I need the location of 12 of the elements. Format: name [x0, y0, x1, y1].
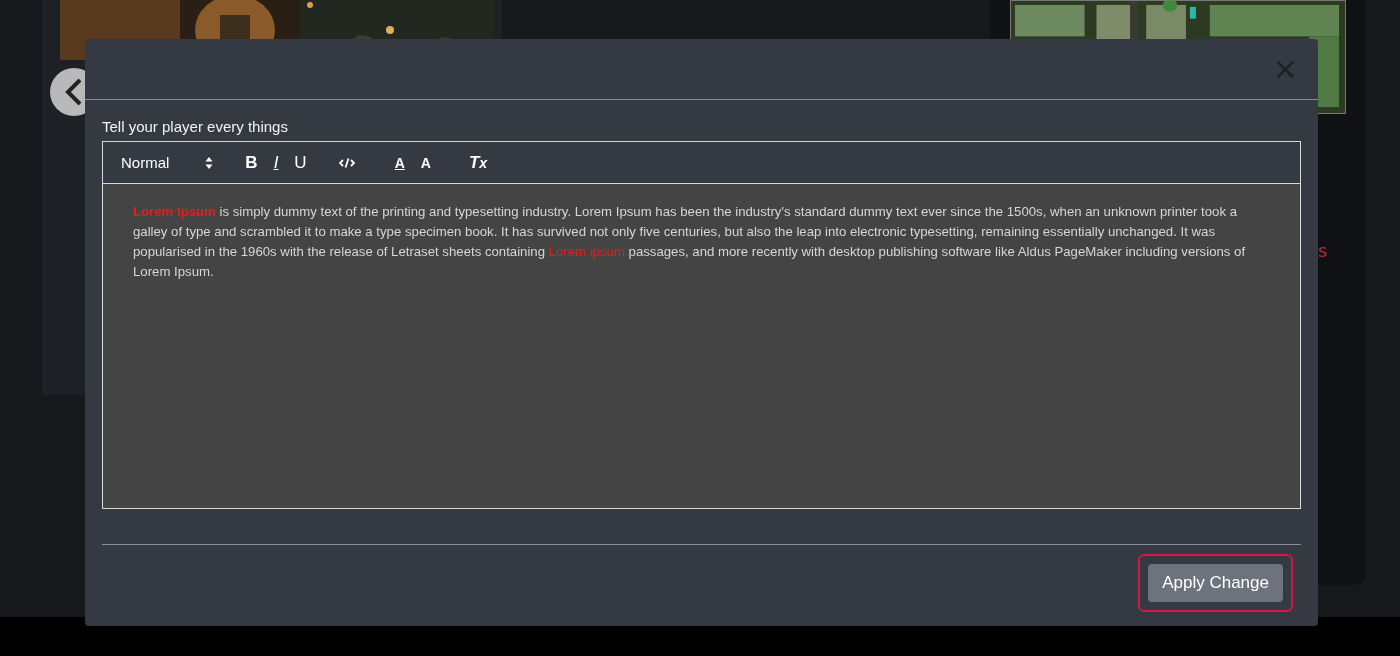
text-color-button[interactable]: A: [386, 154, 413, 171]
apply-change-button[interactable]: Apply Change: [1148, 564, 1283, 602]
italic-button[interactable]: I: [265, 152, 287, 173]
side-text: s: [1318, 240, 1328, 261]
format-select[interactable]: Normal: [121, 154, 214, 171]
text-editor[interactable]: [102, 184, 1301, 509]
underline-button[interactable]: U: [286, 152, 315, 173]
bold-button[interactable]: B: [237, 152, 266, 173]
background-color-button[interactable]: A: [412, 154, 439, 171]
up-down-icon: [205, 155, 214, 170]
editor-text: Lorem Ipsum is simply dummy text of the printing and typesetting industry. Lorem Ipsum has been the industry's standard dummy text ever since the 1500s, when an unknown printer took a galley of type and scrambled it to make a type specimen book. It has survived not only five centuries, but also the leap into electronic typesetting, remaining essentially unchanged. It was popularised in the 1960s with the release of Letraset sheets containing Lorem ipsum passages, and more recently with desktop publishing software like Aldus PageMaker including versions of Lorem Ipsum.: [133, 203, 1247, 281]
field-label: Tell your player every things: [102, 118, 289, 135]
